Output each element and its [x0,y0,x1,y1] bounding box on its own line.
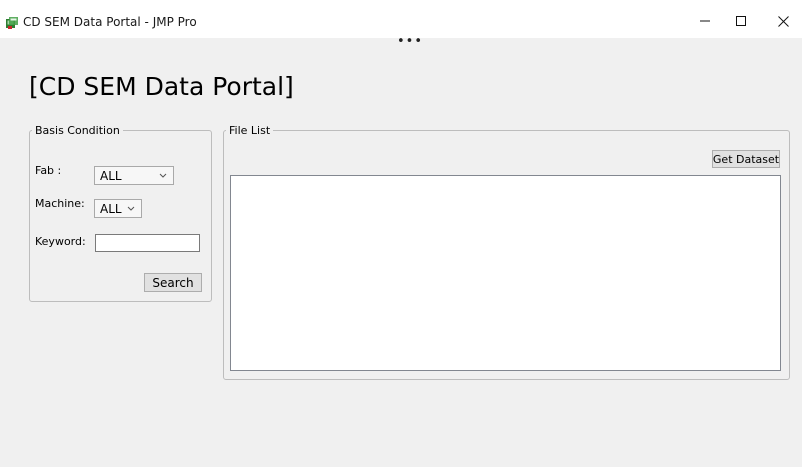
basis-condition-group: Basis Condition Fab : ALL Machine: ALL K… [29,124,212,302]
file-listbox[interactable] [230,175,781,371]
machine-dropdown[interactable]: ALL [94,199,142,218]
fab-dropdown[interactable]: ALL [94,166,174,185]
maximize-button[interactable] [718,6,764,36]
file-list-group: File List Get Dataset [223,124,790,380]
machine-dropdown-value: ALL [100,201,122,216]
app-window: CD SEM Data Portal - JMP Pro ••• [CD SEM… [0,0,802,467]
jmp-app-icon [6,17,18,29]
machine-label: Machine: [35,197,85,210]
basis-condition-legend: Basis Condition [35,124,120,137]
chevron-down-icon [127,206,135,211]
window-title: CD SEM Data Portal - JMP Pro [23,15,197,29]
close-button[interactable] [760,6,802,36]
fab-label: Fab : [35,164,62,177]
keyword-input[interactable] [95,234,200,252]
get-dataset-button[interactable]: Get Dataset [712,150,780,168]
menu-overflow-indicator[interactable]: ••• [397,35,423,48]
chevron-down-icon [159,173,167,178]
search-button[interactable]: Search [144,273,202,292]
file-list-legend: File List [229,124,271,137]
fab-dropdown-value: ALL [100,168,122,183]
page-title: [CD SEM Data Portal] [29,72,294,101]
keyword-label: Keyword: [35,235,86,248]
close-icon [777,15,789,27]
maximize-icon [736,16,746,26]
minimize-icon [700,20,710,22]
title-bar[interactable]: CD SEM Data Portal - JMP Pro [0,0,802,38]
